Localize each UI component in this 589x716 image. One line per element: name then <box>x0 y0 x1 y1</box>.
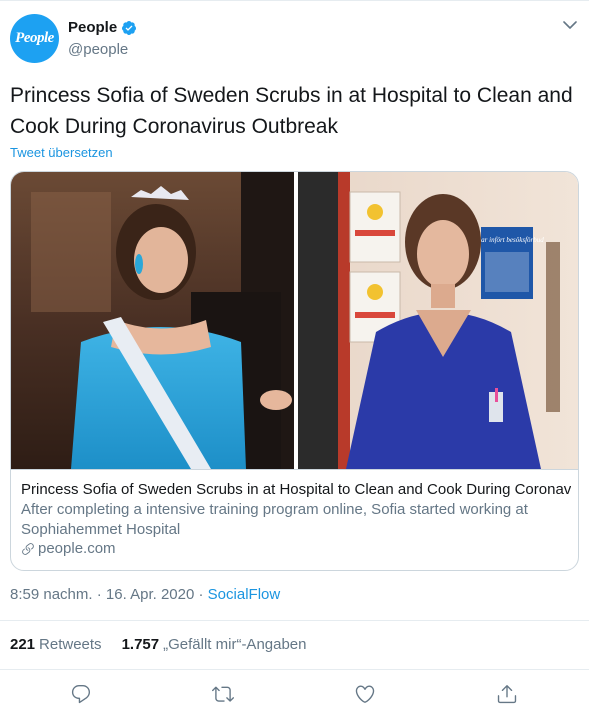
author-handle[interactable]: @people <box>68 41 128 58</box>
likes-label: „Gefällt mir“-Angaben <box>163 636 307 653</box>
retweet-icon <box>212 686 234 702</box>
divider <box>0 620 589 621</box>
poster-text: Vi har infört besöksförbud <box>470 236 544 244</box>
author-display-name[interactable]: People <box>68 19 117 36</box>
retweets-stat[interactable]: 221 Retweets <box>10 636 102 653</box>
link-icon <box>22 542 34 555</box>
retweet-button[interactable] <box>212 683 234 705</box>
translate-tweet-link[interactable]: Tweet übersetzen <box>10 145 113 160</box>
card-image: Vi har infört besöksförbud <box>11 172 578 469</box>
avatar-logo-text: People <box>15 30 54 46</box>
share-button[interactable] <box>496 683 518 705</box>
like-button[interactable] <box>354 683 376 705</box>
share-icon <box>497 685 517 704</box>
tweet-time[interactable]: 8:59 nachm. <box>10 586 93 603</box>
verified-badge-icon <box>122 20 137 35</box>
author-name-row[interactable]: People <box>68 19 137 36</box>
retweets-count: 221 <box>10 636 36 653</box>
card-divider <box>11 469 578 470</box>
retweets-label: Retweets <box>39 636 102 653</box>
heart-icon <box>355 685 375 703</box>
reply-button[interactable] <box>70 683 92 705</box>
card-description: After completing a intensive training pr… <box>21 501 528 538</box>
avatar[interactable]: People <box>10 14 59 63</box>
likes-count: 1.757 <box>121 636 160 653</box>
meta-separator: · <box>96 586 102 603</box>
link-preview-card[interactable]: Vi har infört besöksförbud Princess Sofi… <box>10 171 579 571</box>
reply-icon <box>71 685 91 704</box>
chevron-down-icon[interactable] <box>563 20 577 30</box>
card-domain: people.com <box>21 540 116 557</box>
tweet-meta: 8:59 nachm. · 16. Apr. 2020 · SocialFlow <box>10 586 280 603</box>
top-border <box>0 0 589 1</box>
meta-separator: · <box>198 586 204 603</box>
card-domain-text: people.com <box>38 540 116 557</box>
tweet-source-link[interactable]: SocialFlow <box>208 586 281 603</box>
card-title[interactable]: Princess Sofia of Sweden Scrubs in at Ho… <box>21 481 571 498</box>
tweet-text: Princess Sofia of Sweden Scrubs in at Ho… <box>10 84 573 138</box>
tweet-stats: 221 Retweets 1.757 „Gefällt mir“-Angaben <box>10 636 307 653</box>
likes-stat[interactable]: 1.757 „Gefällt mir“-Angaben <box>122 636 307 653</box>
tweet-date[interactable]: 16. Apr. 2020 <box>106 586 194 603</box>
divider <box>0 669 589 670</box>
